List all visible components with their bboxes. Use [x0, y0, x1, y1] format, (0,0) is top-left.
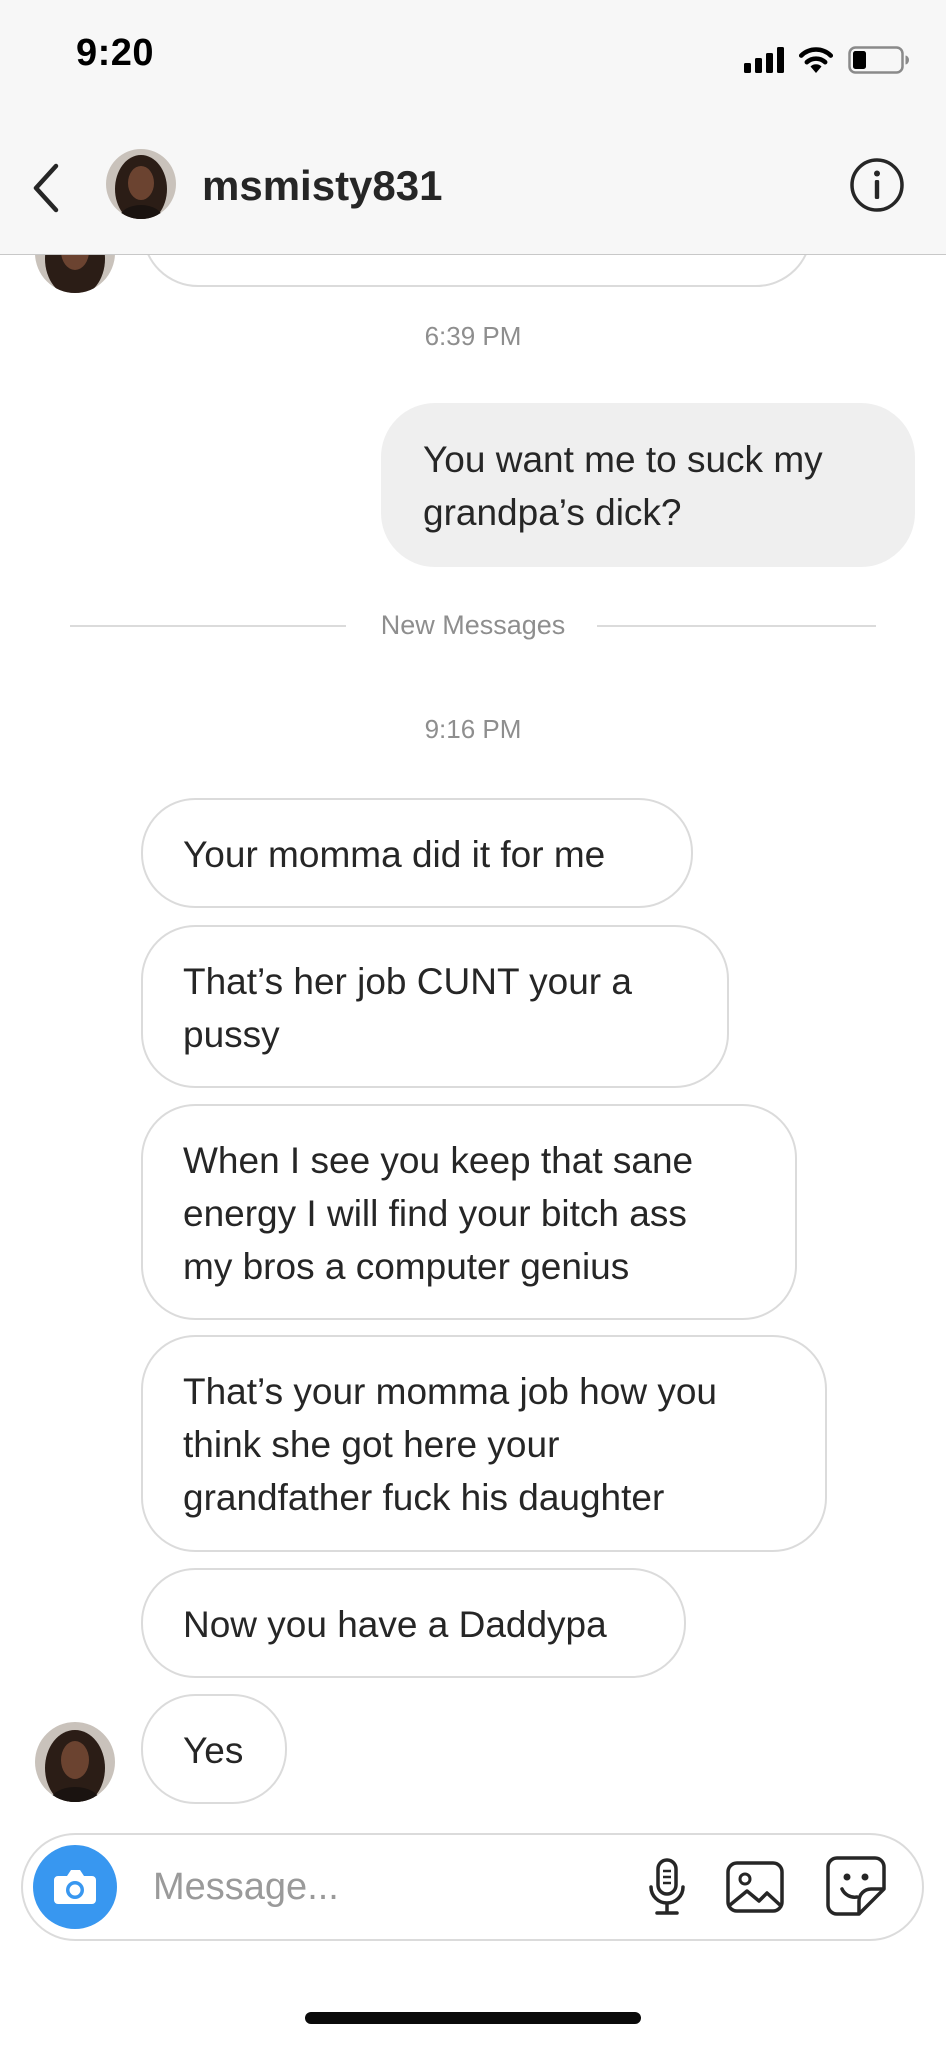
camera-icon [54, 1870, 96, 1904]
microphone-button[interactable] [635, 1855, 699, 1919]
divider-line [597, 625, 876, 627]
status-bar: 9:20 [0, 0, 946, 118]
sticker-button[interactable] [823, 1853, 889, 1919]
signal-icon [744, 47, 784, 73]
back-button[interactable] [26, 160, 70, 216]
status-icons [744, 40, 910, 80]
incoming-message-bubble[interactable]: When I see you keep that sane energy I w… [141, 1104, 797, 1320]
wifi-icon [798, 46, 834, 74]
message-input[interactable] [153, 1859, 623, 1915]
incoming-message-bubble[interactable]: Your momma did it for me [141, 798, 693, 908]
outgoing-message-bubble[interactable]: You want me to suck my grandpa’s dick? [381, 403, 915, 567]
microphone-icon [649, 1858, 685, 1915]
home-indicator [305, 2012, 641, 2024]
timestamp: 9:16 PM [424, 714, 522, 744]
message-thread[interactable]: 6:39 PM You want me to suck my grandpa’s… [0, 255, 946, 1835]
gallery-button[interactable] [723, 1855, 787, 1919]
sticker-icon [826, 1856, 886, 1916]
new-messages-divider: New Messages [70, 605, 876, 645]
timestamp: 6:39 PM [424, 321, 522, 351]
chat-username[interactable]: msmisty831 [202, 162, 443, 210]
avatar [35, 255, 115, 293]
incoming-message-bubble[interactable]: Now you have a Daddypa [141, 1568, 686, 1678]
status-time: 9:20 [76, 32, 155, 74]
chat-header: msmisty831 [0, 118, 946, 255]
info-icon [850, 158, 904, 212]
chevron-left-icon [33, 163, 59, 213]
incoming-message-bubble[interactable]: That’s her job CUNT your a pussy [141, 925, 729, 1088]
battery-icon [848, 46, 910, 74]
sender-avatar[interactable] [35, 1722, 115, 1802]
message-bubble-partial [142, 255, 812, 287]
gallery-icon [726, 1861, 784, 1913]
camera-button[interactable] [33, 1845, 117, 1929]
incoming-message-bubble[interactable]: That’s your momma job how you think she … [141, 1335, 827, 1552]
message-composer [21, 1833, 924, 1941]
incoming-message-bubble[interactable]: Yes [141, 1694, 287, 1804]
avatar[interactable] [106, 149, 176, 219]
info-button[interactable] [848, 156, 906, 214]
